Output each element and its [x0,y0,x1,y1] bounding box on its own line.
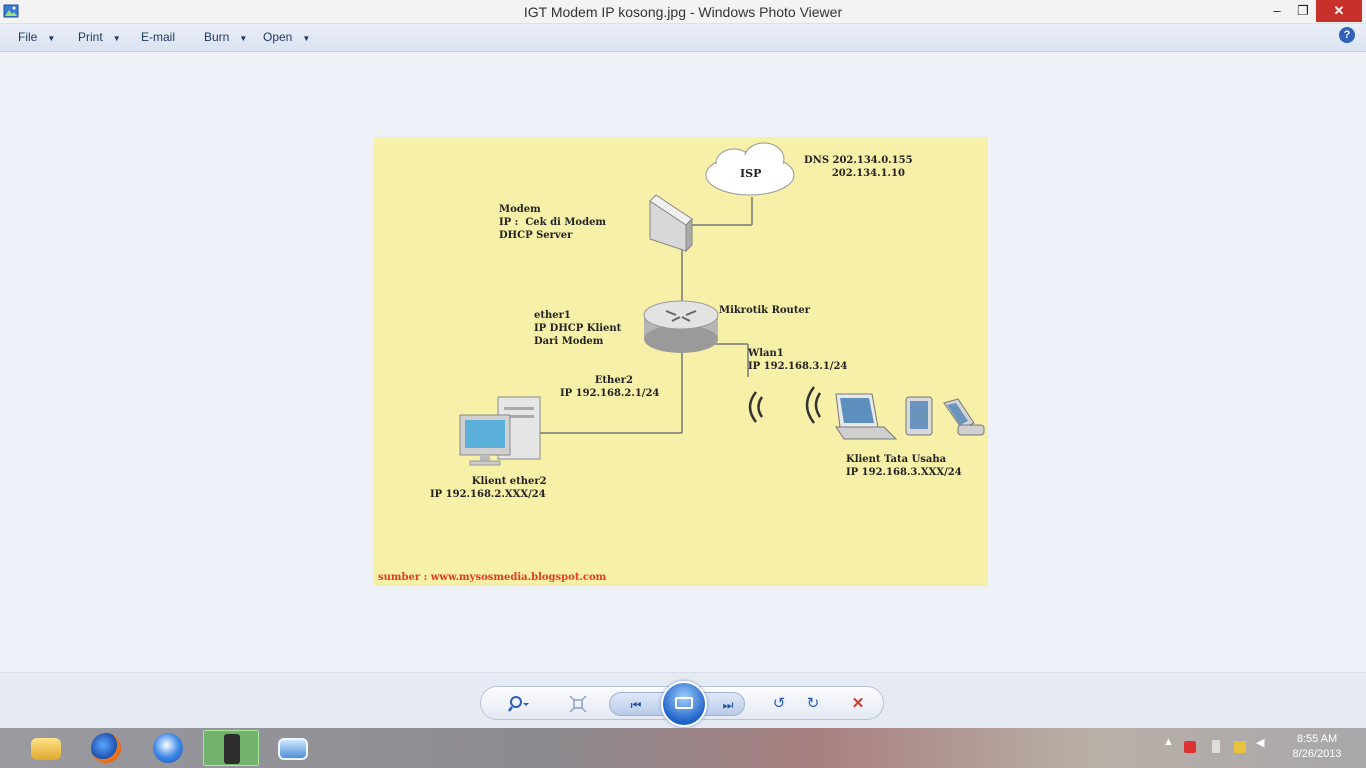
tablet-icon [905,396,933,436]
menu-bar: File ▼ Print ▼ E-mail Burn ▼ Open ▼ ? [0,24,1366,52]
previous-button[interactable]: ⏮ [624,696,648,714]
taskbar: ▲ ◀ 8:55 AM 8/26/2013 [0,728,1366,768]
show-hidden-icons-button[interactable]: ▲ [1163,736,1174,748]
help-icon[interactable]: ? [1339,27,1355,43]
chevron-down-icon: ▼ [47,34,56,43]
taskbar-photo-viewer[interactable] [265,730,321,766]
next-button[interactable]: ⏭ [716,696,740,714]
action-center-icon[interactable] [1184,741,1196,753]
menu-open[interactable]: Open ▼ [263,30,310,44]
clock-date: 8/26/2013 [1292,748,1342,760]
system-clock[interactable]: 8:55 AM 8/26/2013 [1282,732,1352,762]
ether1-label: ether1 IP DHCP Klient Dari Modem [534,310,622,347]
slideshow-button[interactable] [661,681,707,727]
taskbar-app[interactable] [140,730,196,766]
isp-label: ISP [740,167,762,180]
minimize-button[interactable]: ‒ [1266,0,1288,22]
mobile-phone-icon [943,398,985,436]
chevron-down-icon: ▼ [302,34,311,43]
klient-tata-usaha-label: Klient Tata Usaha IP 192.168.3.XXX/24 [846,454,962,478]
window-title: IGT Modem IP kosong.jpg - Windows Photo … [523,4,843,20]
camcorder-icon [224,734,240,764]
globe-icon [153,733,183,763]
rotate-counterclockwise-button[interactable]: ↺ [767,695,791,713]
desktop-computer-icon [459,396,541,466]
delete-button[interactable]: ✕ [846,695,870,713]
diagram-drawing [459,142,985,466]
router-label: Mikrotik Router [719,305,811,316]
modem-label: Modem IP : Cek di Modem DHCP Server [499,204,607,241]
photo-viewer-icon [278,738,308,760]
folder-icon [31,738,61,760]
taskbar-firefox[interactable] [78,730,134,766]
menu-email[interactable]: E-mail [141,30,175,44]
chevron-down-icon: ▼ [239,34,248,43]
ether2-label: Ether2 IP 192.168.2.1/24 [560,375,660,399]
taskbar-file-explorer[interactable] [18,730,74,766]
menu-file[interactable]: File ▼ [18,30,55,44]
battery-icon[interactable] [1212,740,1220,753]
slideshow-icon [675,697,693,709]
volume-icon[interactable]: ◀ [1256,736,1264,749]
dns-label: DNS 202.134.0.155 202.134.1.10 [804,155,913,179]
wireless-signal-icon [748,386,822,424]
modem-icon [649,194,693,253]
controls-pill: ⏮ ⏭ ↺ ↻ ✕ [480,681,884,727]
title-bar: IGT Modem IP kosong.jpg - Windows Photo … [0,0,1366,24]
router-icon [643,300,719,353]
klient-ether2-label: Klient ether2 IP 192.168.2.XXX/24 [430,476,547,500]
laptop-icon [835,393,898,440]
magnifier-icon[interactable] [507,695,531,718]
rotate-clockwise-button[interactable]: ↻ [801,695,825,713]
chevron-down-icon: ▼ [112,34,121,43]
actual-size-icon[interactable] [566,695,590,718]
network-icon[interactable] [1234,741,1246,753]
close-button[interactable]: ✕ [1316,0,1362,22]
network-diagram-image: ISP DNS 202.134.0.155 202.134.1.10 Modem… [374,137,988,586]
wlan1-label: Wlan1 IP 192.168.3.1/24 [748,348,848,372]
taskbar-camera-recorder[interactable] [203,730,259,766]
firefox-icon [91,733,121,763]
menu-burn[interactable]: Burn ▼ [204,30,247,44]
menu-print[interactable]: Print ▼ [78,30,121,44]
restore-button[interactable]: ❐ [1292,0,1314,22]
viewer-controls-bar: ⏮ ⏭ ↺ ↻ ✕ [0,672,1366,728]
source-credit: sumber : www.mysosmedia.blogspot.com [378,572,607,583]
clock-time: 8:55 AM [1296,733,1338,745]
